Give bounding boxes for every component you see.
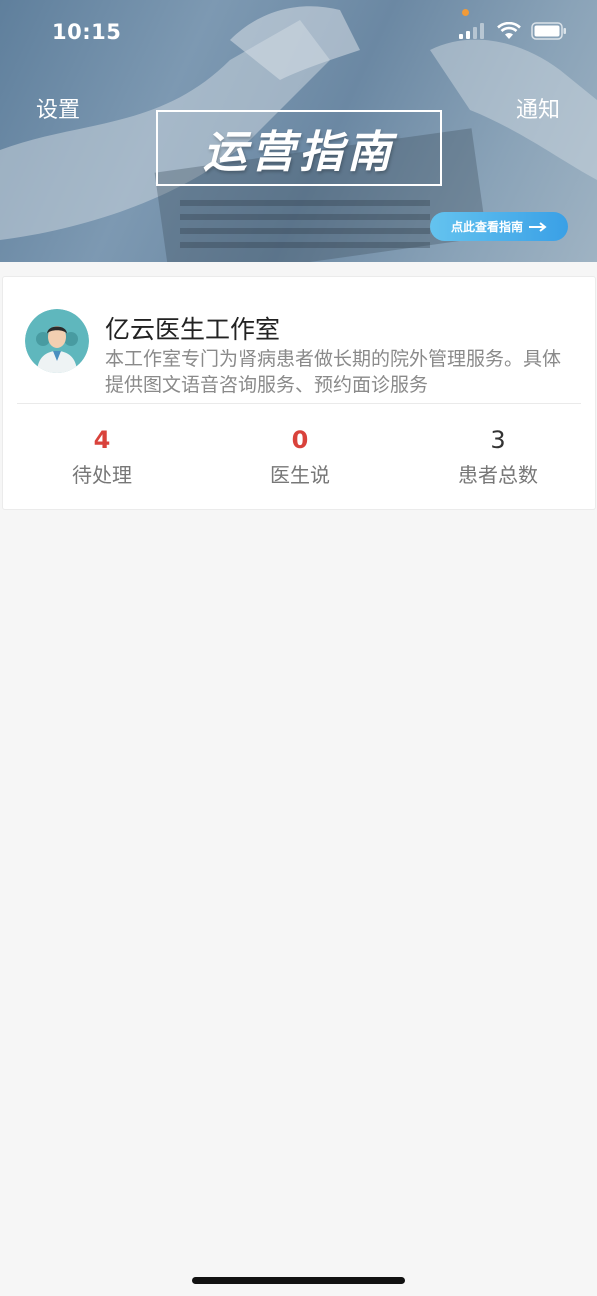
arrow-right-icon bbox=[529, 221, 547, 232]
doctor-avatar-icon bbox=[25, 309, 89, 373]
stat-total-patients-label: 患者总数 bbox=[458, 463, 538, 487]
status-icons bbox=[459, 22, 567, 40]
banner-title: 运营指南 bbox=[203, 127, 395, 178]
stat-pending[interactable]: 4 待处理 bbox=[3, 425, 201, 488]
cellular-signal-icon bbox=[459, 23, 484, 39]
notifications-button[interactable]: 通知 bbox=[516, 92, 560, 124]
divider bbox=[17, 403, 581, 404]
stat-total-patients-value: 3 bbox=[490, 426, 506, 454]
avatar[interactable] bbox=[25, 309, 89, 373]
banner-title-frame: 运营指南 bbox=[156, 110, 442, 186]
banner-header[interactable]: 10:15 设置 通知 运营指南 点此查看指南 bbox=[0, 0, 597, 262]
status-time: 10:15 bbox=[52, 20, 122, 44]
home-indicator[interactable] bbox=[192, 1277, 405, 1284]
view-guide-label: 点此查看指南 bbox=[450, 220, 523, 234]
stat-doctor-says-label: 医生说 bbox=[270, 463, 330, 487]
studio-description: 本工作室专门为肾病患者做长期的院外管理服务。具体提供图文语音咨询服务、预约面诊服… bbox=[105, 348, 562, 396]
stat-doctor-says[interactable]: 0 医生说 bbox=[201, 425, 399, 488]
stat-doctor-says-value: 0 bbox=[291, 426, 309, 454]
view-guide-button[interactable]: 点此查看指南 bbox=[430, 212, 568, 241]
privacy-indicator-dot bbox=[462, 9, 469, 16]
wifi-icon bbox=[497, 22, 521, 39]
studio-card[interactable]: 亿云医生工作室 本工作室专门为肾病患者做长期的院外管理服务。具体提供图文语音咨询… bbox=[2, 276, 596, 510]
stat-total-patients[interactable]: 3 患者总数 bbox=[399, 425, 597, 488]
stat-pending-value: 4 bbox=[93, 426, 111, 454]
studio-name: 亿云医生工作室 bbox=[105, 315, 281, 344]
stat-pending-label: 待处理 bbox=[72, 463, 132, 487]
settings-button[interactable]: 设置 bbox=[36, 92, 80, 124]
battery-icon bbox=[531, 22, 566, 40]
